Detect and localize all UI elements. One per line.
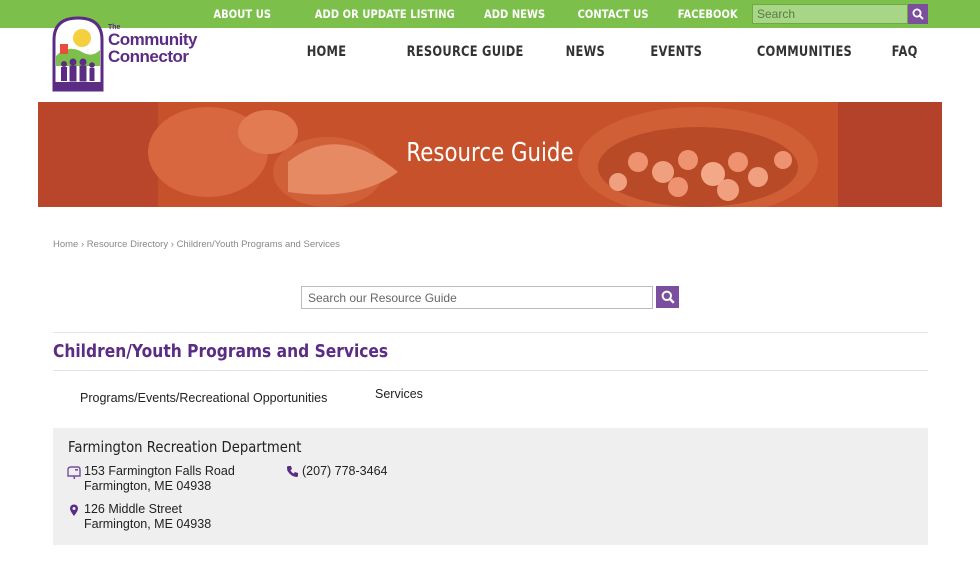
phone-number-text: (207) 778-3464 xyxy=(302,464,388,478)
search-icon xyxy=(912,8,924,20)
top-nav-add-news[interactable]: ADD NEWS xyxy=(484,7,545,21)
category-title: Children/Youth Programs and Services xyxy=(53,341,389,362)
main-nav: HOME RESOURCE GUIDE NEWS EVENTS COMMUNIT… xyxy=(264,44,918,60)
top-nav: ABOUT US ADD OR UPDATE LISTING ADD NEWS … xyxy=(184,0,738,28)
phone-number[interactable]: (207) 778-3464 xyxy=(286,464,387,478)
main-nav-news[interactable]: NEWS xyxy=(566,44,605,60)
divider xyxy=(53,370,928,371)
phone-icon xyxy=(287,466,298,477)
resource-guide-search-button[interactable] xyxy=(656,286,679,308)
physical-address-line-2: Farmington, ME 04938 xyxy=(84,517,212,531)
divider xyxy=(53,332,928,333)
logo-wordmark: The Community Connector xyxy=(108,24,198,66)
search-icon xyxy=(661,290,675,304)
breadcrumb-home[interactable]: Home xyxy=(53,239,78,250)
breadcrumb-separator: › xyxy=(170,239,174,250)
breadcrumb-resource-directory[interactable]: Resource Directory xyxy=(87,239,168,250)
mailing-address-line-2: Farmington, ME 04938 xyxy=(84,479,212,493)
mailbox-icon xyxy=(67,466,81,479)
logo-line-1: Community xyxy=(108,30,198,49)
site-logo[interactable]: The Community Connector xyxy=(52,16,202,92)
top-nav-add-update-listing[interactable]: ADD OR UPDATE LISTING xyxy=(314,7,454,21)
breadcrumb: Home › Resource Directory › Children/You… xyxy=(53,239,340,250)
site-search xyxy=(752,4,928,24)
top-nav-about-us[interactable]: ABOUT US xyxy=(214,7,272,21)
physical-address-line-1: 126 Middle Street xyxy=(84,502,182,516)
main-nav-resource-guide[interactable]: RESOURCE GUIDE xyxy=(406,44,523,60)
listing-name[interactable]: Farmington Recreation Department xyxy=(68,438,301,456)
page-title: Resource Guide xyxy=(406,138,574,168)
top-nav-facebook[interactable]: FACEBOOK xyxy=(678,7,738,21)
hero-banner: Resource Guide xyxy=(38,102,942,207)
top-nav-contact-us[interactable]: CONTACT US xyxy=(577,7,648,21)
subcategory-programs-events[interactable]: Programs/Events/Recreational Opportuniti… xyxy=(80,391,327,405)
resource-guide-search-input[interactable] xyxy=(301,286,653,309)
main-nav-communities[interactable]: COMMUNITIES xyxy=(757,44,852,60)
logo-line-2: Connector xyxy=(108,47,189,66)
subcategory-services[interactable]: Services xyxy=(375,387,423,401)
main-nav-faq[interactable]: FAQ xyxy=(892,44,918,60)
physical-address: 126 Middle Street Farmington, ME 04938 xyxy=(67,502,211,532)
mailing-address: 153 Farmington Falls Road Farmington, ME… xyxy=(67,464,235,494)
logo-emblem-icon xyxy=(52,16,104,92)
breadcrumb-current: Children/Youth Programs and Services xyxy=(176,239,340,250)
site-search-input[interactable] xyxy=(752,4,908,24)
map-pin-icon xyxy=(70,504,78,516)
main-nav-events[interactable]: EVENTS xyxy=(651,44,703,60)
resource-guide-search xyxy=(301,286,679,309)
listing-card: Farmington Recreation Department 153 Far… xyxy=(53,428,928,545)
mailing-address-line-1: 153 Farmington Falls Road xyxy=(84,464,235,478)
main-nav-home[interactable]: HOME xyxy=(307,44,347,60)
site-search-button[interactable] xyxy=(908,4,928,24)
breadcrumb-separator: › xyxy=(80,239,85,250)
